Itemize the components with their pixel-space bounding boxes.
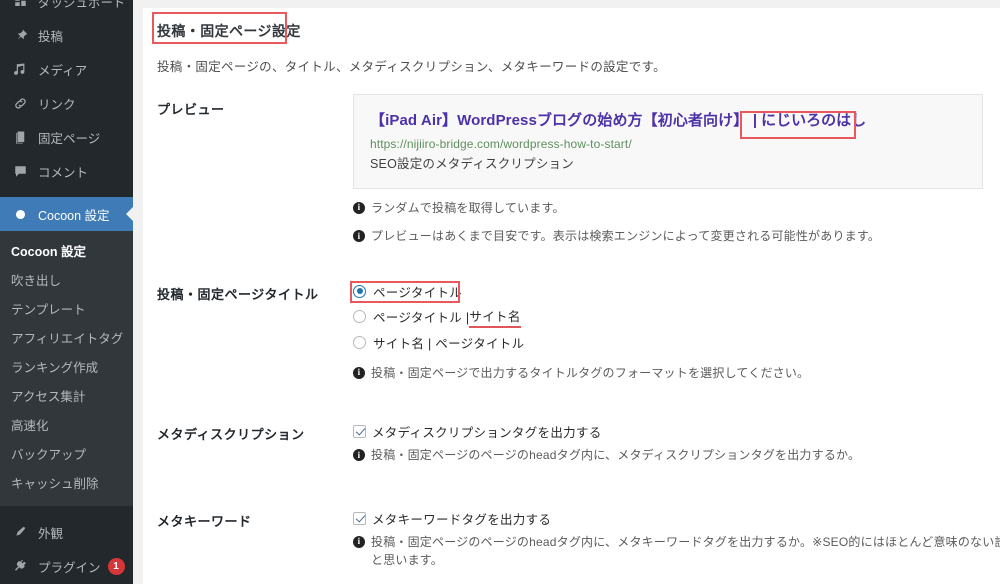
submenu-item-affiliate-tag[interactable]: アフィリエイトタグ (0, 323, 133, 352)
radio-indicator[interactable] (353, 284, 366, 298)
admin-sidebar: ダッシュボード 投稿 メディア リンク 固定ページ コメント Cocoon 設定… (0, 0, 133, 584)
preview-url: https://nijiiro-bridge.com/wordpress-how… (370, 136, 632, 151)
radio-option-page-title[interactable]: ページタイトル (353, 282, 462, 301)
radio-option-page-title-sitename[interactable]: ページタイトル | サイト名 (353, 306, 521, 328)
submenu-item-access-analytics[interactable]: アクセス集計 (0, 381, 133, 410)
hint-text: 投稿・固定ページのページのheadタグ内に、メタキーワードタグを出力するか。※S… (371, 534, 1000, 568)
info-icon: i (353, 201, 365, 214)
preview-hint-2: i プレビューはあくまで目安です。表示は検索エンジンによって変更される可能性があ… (353, 227, 1000, 246)
checkbox-indicator[interactable] (353, 511, 366, 525)
info-icon: i (353, 535, 365, 548)
submenu-item-speedup[interactable]: 高速化 (0, 410, 133, 439)
checkbox-label: メタディスクリプションタグを出力する (372, 426, 602, 441)
radio-label: ページタイトル (373, 285, 463, 300)
serp-preview-box: 【iPad Air】WordPressブログの始め方【初心者向け】 | にじいろ… (353, 94, 983, 189)
sidebar-label: Cocoon 設定 (38, 208, 110, 223)
sidebar-label: メディア (38, 63, 88, 78)
link-icon (11, 94, 30, 112)
row-field-meta-keyword: メタキーワードタグを出力する i 投稿・固定ページのページのheadタグ内に、メ… (353, 509, 1000, 570)
checkbox-label: メタキーワードタグを出力する (372, 512, 552, 527)
preview-sitename: | にじいろのはし (752, 112, 867, 129)
preview-hint-1: i ランダムで投稿を取得しています。 (353, 199, 1000, 218)
submenu-item-template[interactable]: テンプレート (0, 294, 133, 323)
wordpress-admin-screen: ダッシュボード 投稿 メディア リンク 固定ページ コメント Cocoon 設定… (0, 0, 1000, 584)
sidebar-label: ダッシュボード (38, 0, 126, 10)
row-label-meta-description: メタディスクリプション (157, 427, 305, 443)
row-label-preview: プレビュー (157, 102, 225, 117)
radio-indicator[interactable] (353, 335, 366, 349)
sidebar-item-posts[interactable]: 投稿 (0, 18, 133, 52)
hint-text: プレビューはあくまで目安です。表示は検索エンジンによって変更される可能性がありま… (371, 229, 881, 244)
sidebar-label: 外観 (38, 526, 64, 541)
page-description: 投稿・固定ページの、タイトル、メタディスクリプション、メタキーワードの設定です。 (157, 60, 666, 74)
radio-label: サイト名 | ページタイトル (373, 336, 525, 351)
dashboard-icon (11, 0, 30, 10)
settings-panel: 投稿・固定ページ設定 投稿・固定ページの、タイトル、メタディスクリプション、メタ… (143, 8, 1000, 584)
checkbox-meta-keyword[interactable]: メタキーワードタグを出力する (353, 509, 551, 528)
row-meta-keyword: メタキーワード メタキーワードタグを出力する i 投稿・固定ページのページのhe… (143, 509, 1000, 570)
hint-text: ランダムで投稿を取得しています。 (371, 200, 565, 215)
sidebar-item-comments[interactable]: コメント (0, 154, 133, 188)
sidebar-label: 投稿 (38, 29, 64, 44)
row-field-page-title: ページタイトル ページタイトル | サイト名 サイト名 | ページタイトル i … (353, 282, 1000, 383)
info-icon: i (353, 449, 365, 462)
sidebar-divider (0, 188, 133, 197)
media-icon (11, 60, 30, 78)
pages-icon (11, 128, 30, 146)
submenu-item-cocoon-settings[interactable]: Cocoon 設定 (0, 236, 133, 265)
meta-keyword-hint: i 投稿・固定ページのページのheadタグ内に、メタキーワードタグを出力するか。… (353, 533, 1000, 570)
radio-label: ページタイトル | (373, 311, 470, 326)
pin-icon (11, 26, 30, 44)
sidebar-item-pages[interactable]: 固定ページ (0, 120, 133, 154)
submenu-item-ranking[interactable]: ランキング作成 (0, 352, 133, 381)
row-label-page-title: 投稿・固定ページタイトル (157, 286, 319, 302)
info-icon: i (353, 366, 365, 379)
preview-description: SEO設定のメタディスクリプション (370, 156, 574, 171)
sidebar-item-plugins[interactable]: プラグイン 1 (0, 549, 133, 583)
submenu-item-clear-cache[interactable]: キャッシュ削除 (0, 468, 133, 497)
preview-title: 【iPad Air】WordPressブログの始め方【初心者向け】 (370, 112, 749, 129)
hint-text: 投稿・固定ページで出力するタイトルタグのフォーマットを選択してください。 (371, 365, 810, 380)
row-meta-description: メタディスクリプション メタディスクリプションタグを出力する i 投稿・固定ペー… (143, 422, 1000, 465)
sidebar-label: 固定ページ (38, 131, 101, 146)
sidebar-item-links[interactable]: リンク (0, 86, 133, 120)
plugin-icon (11, 557, 30, 575)
cocoon-icon (11, 205, 30, 223)
sidebar-label: リンク (38, 97, 76, 112)
sidebar-item-dashboard[interactable]: ダッシュボード (0, 0, 133, 18)
hint-text: 投稿・固定ページのページのheadタグ内に、メタディスクリプションタグを出力する… (371, 448, 861, 463)
settings-form: プレビュー 【iPad Air】WordPressブログの始め方【初心者向け】 … (143, 94, 1000, 570)
radio-label-highlight: サイト名 (469, 306, 521, 328)
checkbox-meta-description[interactable]: メタディスクリプションタグを出力する (353, 422, 602, 441)
appearance-icon (11, 523, 30, 541)
plugin-update-badge: 1 (107, 557, 125, 575)
sidebar-item-appearance[interactable]: 外観 (0, 515, 133, 549)
sidebar-label: コメント (38, 165, 89, 180)
page-title: 投稿・固定ページ設定 (157, 23, 301, 39)
row-preview: プレビュー 【iPad Air】WordPressブログの始め方【初心者向け】 … (143, 94, 1000, 246)
page-title-hint: i 投稿・固定ページで出力するタイトルタグのフォーマットを選択してください。 (353, 364, 1000, 383)
submenu-item-balloon[interactable]: 吹き出し (0, 265, 133, 294)
row-field-preview: 【iPad Air】WordPressブログの始め方【初心者向け】 | にじいろ… (353, 94, 1000, 246)
comment-icon (11, 162, 30, 180)
sidebar-divider-2 (0, 506, 133, 515)
row-field-meta-description: メタディスクリプションタグを出力する i 投稿・固定ページのページのheadタグ… (353, 422, 1000, 465)
radio-option-sitename-page-title[interactable]: サイト名 | ページタイトル (353, 333, 524, 352)
sidebar-submenu-cocoon: Cocoon 設定 吹き出し テンプレート アフィリエイトタグ ランキング作成 … (0, 231, 133, 506)
sidebar-item-cocoon-settings[interactable]: Cocoon 設定 (0, 197, 133, 231)
meta-description-hint: i 投稿・固定ページのページのheadタグ内に、メタディスクリプションタグを出力… (353, 446, 1000, 465)
info-icon: i (353, 230, 365, 243)
main-content: 投稿・固定ページ設定 投稿・固定ページの、タイトル、メタディスクリプション、メタ… (133, 0, 1000, 584)
sidebar-label: プラグイン (38, 560, 101, 575)
row-page-title: 投稿・固定ページタイトル ページタイトル ページタイトル | サイト名 サイト名… (143, 282, 1000, 383)
sidebar-item-media[interactable]: メディア (0, 52, 133, 86)
row-label-meta-keyword: メタキーワード (157, 513, 252, 529)
submenu-item-backup[interactable]: バックアップ (0, 439, 133, 468)
checkbox-indicator[interactable] (353, 425, 366, 439)
radio-indicator[interactable] (353, 310, 366, 324)
